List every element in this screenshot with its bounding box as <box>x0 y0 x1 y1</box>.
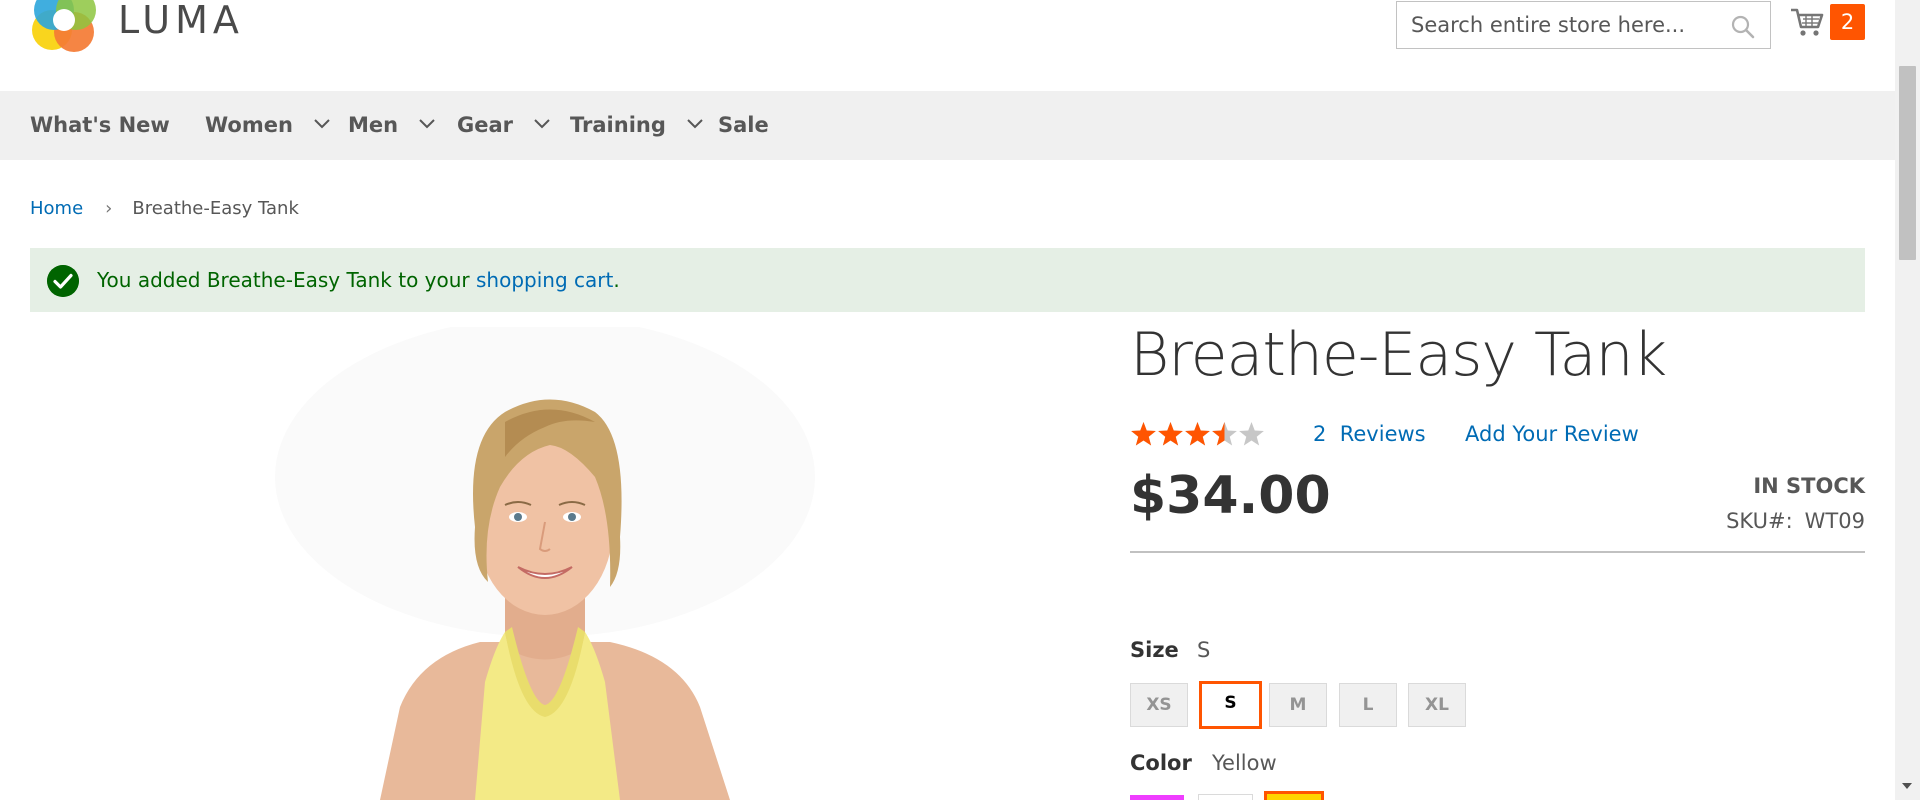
size-swatch-s[interactable]: S <box>1199 681 1262 729</box>
nav-item-label: Gear <box>457 113 514 137</box>
nav-item-gear[interactable]: Gear <box>457 91 551 160</box>
size-label: Size <box>1130 638 1179 662</box>
size-swatch-l[interactable]: L <box>1339 683 1397 727</box>
product-price: $34.00 <box>1130 466 1331 526</box>
scrollbar-thumb[interactable] <box>1899 66 1916 260</box>
shopping-cart-link[interactable]: shopping cart <box>476 268 613 292</box>
star-filled-icon <box>1185 422 1210 446</box>
breadcrumb-current: Breathe-Easy Tank <box>132 198 299 219</box>
scroll-down-arrow-icon[interactable] <box>1902 783 1912 789</box>
page-scrollbar[interactable] <box>1895 0 1920 800</box>
message-text: You added Breathe-Easy Tank to your shop… <box>97 248 620 312</box>
color-selected-value: Yellow <box>1212 751 1277 775</box>
breadcrumb: Home › Breathe-Easy Tank <box>30 198 299 219</box>
chevron-down-icon <box>314 119 330 129</box>
page-header: LUMA 2 <box>0 0 1895 91</box>
color-swatch-purple[interactable] <box>1130 795 1184 800</box>
nav-item-label: Men <box>348 113 399 137</box>
search-box <box>1396 1 1771 49</box>
cart-counter-badge[interactable]: 2 <box>1830 4 1865 40</box>
color-swatch-white[interactable] <box>1198 794 1253 800</box>
main-navigation: What's New Women Men Gear Training Sale <box>0 91 1895 160</box>
sku-value: WT09 <box>1804 509 1865 533</box>
nav-item-men[interactable]: Men <box>348 91 436 160</box>
star-filled-icon <box>1158 422 1183 446</box>
add-review-link[interactable]: Add Your Review <box>1465 422 1639 446</box>
message-prefix: You added Breathe-Easy Tank to your <box>97 268 476 292</box>
nav-item-label: What's New <box>30 113 170 137</box>
reviews-link[interactable]: 2 Reviews <box>1313 422 1426 446</box>
search-icon[interactable] <box>1730 14 1756 40</box>
cart-icon[interactable] <box>1789 6 1825 38</box>
chevron-down-icon <box>419 119 436 129</box>
message-suffix: . <box>613 268 620 292</box>
logo-text[interactable]: LUMA <box>118 0 244 42</box>
size-swatch-m[interactable]: M <box>1269 683 1327 727</box>
sku-label: SKU#: <box>1726 509 1793 533</box>
reviews-count: 2 <box>1313 422 1327 446</box>
nav-item-sale[interactable]: Sale <box>718 91 769 160</box>
nav-item-training[interactable]: Training <box>570 91 703 160</box>
info-divider <box>1130 551 1865 553</box>
chevron-down-icon <box>534 119 551 129</box>
product-image[interactable] <box>250 327 820 800</box>
search-input[interactable] <box>1411 2 1731 48</box>
breadcrumb-separator-icon: › <box>105 198 113 219</box>
star-empty-icon <box>1239 422 1264 446</box>
size-swatch-xs[interactable]: XS <box>1130 683 1188 727</box>
checkmark-icon <box>47 265 79 297</box>
color-label: Color <box>1130 751 1192 775</box>
nav-item-women[interactable]: Women <box>205 91 330 160</box>
nav-item-label: Women <box>205 113 293 137</box>
stock-status: IN STOCK <box>1753 474 1865 498</box>
star-filled-icon <box>1131 422 1156 446</box>
nav-item-whats-new[interactable]: What's New <box>30 91 170 160</box>
breadcrumb-home-link[interactable]: Home <box>30 198 83 219</box>
size-swatch-xl[interactable]: XL <box>1408 683 1466 727</box>
product-title: Breathe-Easy Tank <box>1130 320 1667 390</box>
nav-item-label: Training <box>570 113 666 137</box>
color-swatch-yellow[interactable] <box>1264 791 1324 800</box>
reviews-label: Reviews <box>1339 422 1426 446</box>
size-selected-value: S <box>1197 638 1211 662</box>
nav-item-label: Sale <box>718 113 769 137</box>
luma-logo-icon[interactable] <box>30 0 100 56</box>
chevron-down-icon <box>687 119 703 129</box>
rating-stars <box>1131 422 1264 446</box>
success-message: You added Breathe-Easy Tank to your shop… <box>30 248 1865 312</box>
product-sku: SKU#: WT09 <box>1726 509 1865 533</box>
